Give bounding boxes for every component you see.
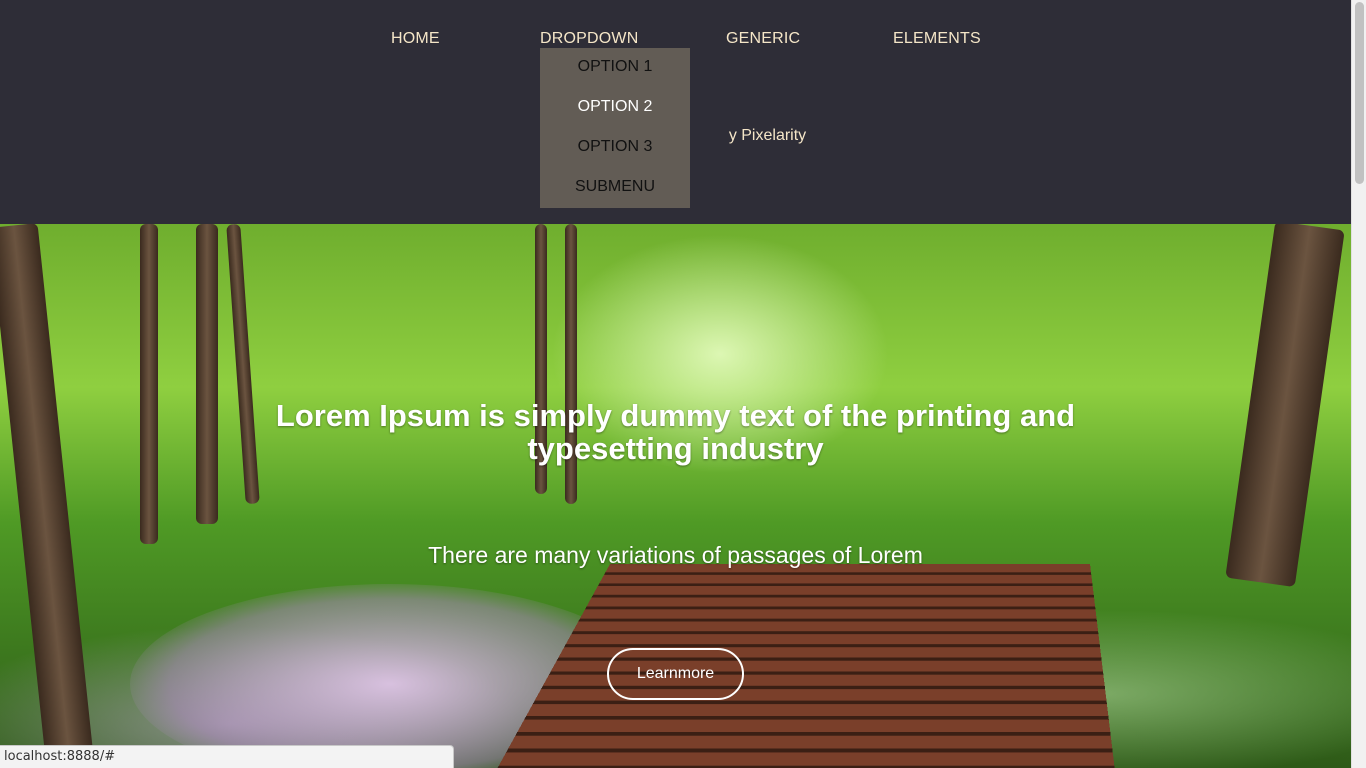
site-header: HOME DROPDOWN GENERIC ELEMENTS y Pixelar… bbox=[0, 0, 1351, 224]
hero-banner: Lorem Ipsum is simply dummy text of the … bbox=[0, 224, 1351, 768]
nav-dropdown-link[interactable]: DROPDOWN bbox=[540, 30, 638, 48]
scrollbar-thumb[interactable] bbox=[1355, 2, 1364, 184]
nav-home-link[interactable]: HOME bbox=[391, 30, 440, 48]
wooden-boardwalk bbox=[477, 564, 1120, 768]
tree-trunk bbox=[196, 224, 218, 524]
nav-generic-link[interactable]: GENERIC bbox=[726, 30, 800, 48]
main-nav: HOME DROPDOWN GENERIC ELEMENTS bbox=[0, 30, 1351, 50]
dropdown-menu: OPTION 1 OPTION 2 OPTION 3 SUBMENU bbox=[540, 48, 690, 208]
tree-trunk bbox=[1225, 224, 1345, 588]
nav-elements-link[interactable]: ELEMENTS bbox=[893, 30, 981, 48]
learn-more-button[interactable]: Learnmore bbox=[607, 648, 744, 700]
dropdown-option-3[interactable]: OPTION 3 bbox=[540, 128, 690, 168]
dropdown-option-1[interactable]: OPTION 1 bbox=[540, 48, 690, 88]
tree-trunk bbox=[0, 224, 95, 768]
tagline-text: y Pixelarity bbox=[728, 127, 807, 144]
hero-subtitle: There are many variations of passages of… bbox=[428, 542, 923, 568]
dropdown-option-2[interactable]: OPTION 2 bbox=[540, 88, 690, 128]
tree-trunk bbox=[140, 224, 158, 544]
dropdown-submenu[interactable]: SUBMENU bbox=[540, 168, 690, 208]
browser-status-bar: localhost:8888/# bbox=[0, 745, 454, 768]
vertical-scrollbar[interactable] bbox=[1351, 0, 1366, 768]
hero-title: Lorem Ipsum is simply dummy text of the … bbox=[275, 398, 1076, 466]
